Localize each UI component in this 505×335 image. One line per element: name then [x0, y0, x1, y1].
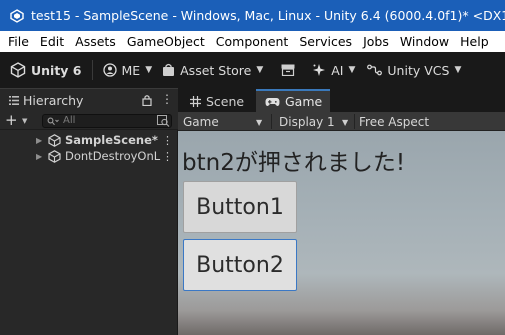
scene-icon — [48, 149, 61, 163]
aspect-dropdown[interactable]: Free Aspect — [359, 112, 429, 131]
version-control-label: Unity VCS — [387, 62, 450, 78]
hierarchy-item-samplescene[interactable]: ▶ SampleScene* ⋮ — [0, 132, 178, 148]
package-manager-button[interactable] — [281, 59, 300, 81]
game-view-canvas[interactable]: btn2が押されました! Button1 Button2 — [178, 131, 505, 335]
toolbar-divider — [271, 114, 272, 129]
chevron-down-icon: ▼ — [145, 65, 153, 75]
ai-button[interactable]: AI ▼ — [312, 59, 355, 81]
menu-file[interactable]: File — [8, 34, 29, 49]
kebab-menu-icon[interactable]: ⋮ — [162, 150, 173, 163]
tab-scene-label: Scene — [206, 93, 245, 109]
kebab-menu-icon[interactable]: ⋮ — [161, 92, 173, 106]
chevron-down-icon[interactable]: ▼ — [256, 118, 262, 127]
account-label: ME — [121, 62, 141, 78]
hierarchy-panel: + ▼ All ▶ SampleScene* ⋮ ▶ DontDestroyOn… — [0, 111, 178, 335]
chevron-down-icon: ▼ — [454, 65, 462, 75]
toolbar-divider — [91, 60, 93, 80]
chevron-down-icon[interactable]: ▼ — [342, 118, 348, 127]
tab-game[interactable]: Game — [256, 89, 330, 112]
kebab-menu-icon[interactable]: ⋮ — [162, 134, 173, 147]
tab-hierarchy[interactable]: Hierarchy ⋮ — [0, 88, 178, 112]
list-icon — [9, 96, 19, 105]
window-title: test15 - SampleScene - Windows, Mac, Lin… — [31, 8, 505, 23]
panel-tab-row: Hierarchy ⋮ Scene Game — [0, 88, 505, 112]
gamepad-icon — [265, 97, 280, 107]
sparkle-icon — [312, 63, 326, 77]
tab-scene[interactable]: Scene — [186, 90, 256, 112]
scene-name-label: DontDestroyOnL — [65, 149, 161, 163]
menu-edit[interactable]: Edit — [40, 34, 64, 49]
main-toolbar: Unity 6 ME ▼ Asset Store ▼ AI ▼ Unity VC… — [0, 52, 505, 88]
menu-window[interactable]: Window — [400, 34, 449, 49]
hierarchy-item-dontdestroyonload[interactable]: ▶ DontDestroyOnL ⋮ — [0, 148, 178, 164]
display-dropdown[interactable]: Display 1 — [279, 112, 335, 131]
window-title-bar: test15 - SampleScene - Windows, Mac, Lin… — [0, 0, 505, 31]
menu-assets[interactable]: Assets — [75, 34, 116, 49]
add-icon[interactable]: + — [5, 111, 18, 129]
chevron-down-icon[interactable]: ▼ — [22, 117, 27, 125]
expand-arrow-icon[interactable]: ▶ — [36, 136, 44, 145]
menu-jobs[interactable]: Jobs — [363, 34, 389, 49]
menu-services[interactable]: Services — [299, 34, 352, 49]
package-icon — [281, 64, 295, 76]
menu-component[interactable]: Component — [216, 34, 289, 49]
tab-game-label: Game — [285, 94, 323, 109]
menu-gameobject[interactable]: GameObject — [127, 34, 205, 49]
button1[interactable]: Button1 — [183, 181, 297, 233]
account-button[interactable]: ME ▼ — [102, 59, 153, 81]
search-mode-icon[interactable] — [157, 115, 170, 127]
lock-icon[interactable] — [142, 94, 152, 106]
asset-store-label: Asset Store — [180, 62, 252, 78]
game-mode-dropdown[interactable]: Game — [183, 112, 219, 131]
version-control-button[interactable]: Unity VCS ▼ — [367, 59, 461, 81]
expand-arrow-icon[interactable]: ▶ — [36, 152, 44, 161]
branch-icon — [367, 64, 383, 76]
game-view-toolbar: Game ▼ Display 1 ▼ Free Aspect — [178, 112, 505, 131]
account-icon — [102, 63, 117, 77]
search-placeholder: All — [63, 115, 76, 126]
chevron-down-icon: ▼ — [348, 65, 356, 75]
grid-icon — [190, 95, 201, 107]
display-label: Display 1 — [279, 114, 335, 129]
game-status-text: btn2が押されました! — [182, 150, 406, 176]
button2[interactable]: Button2 — [183, 239, 297, 291]
asset-store-button[interactable]: Asset Store ▼ — [162, 59, 263, 81]
unity-version-button[interactable]: Unity 6 — [10, 59, 82, 81]
hierarchy-toolbar: + ▼ All — [0, 111, 178, 130]
unity-version-label: Unity 6 — [31, 62, 82, 78]
hierarchy-search-input[interactable]: All — [42, 114, 172, 128]
scene-icon — [48, 133, 61, 147]
unity-cube-icon — [10, 62, 26, 78]
game-mode-label: Game — [183, 114, 219, 129]
aspect-label: Free Aspect — [359, 114, 430, 129]
menu-bar: File Edit Assets GameObject Component Se… — [0, 31, 505, 52]
scene-name-label: SampleScene* — [65, 133, 158, 147]
chevron-down-icon: ▼ — [256, 65, 264, 75]
toolbar-divider — [354, 114, 355, 129]
menu-help[interactable]: Help — [460, 34, 489, 49]
tab-hierarchy-label: Hierarchy — [23, 93, 84, 108]
ai-label: AI — [331, 62, 344, 78]
search-icon — [47, 117, 59, 126]
shopping-bag-icon — [162, 63, 175, 77]
unity-logo-icon — [10, 8, 24, 23]
